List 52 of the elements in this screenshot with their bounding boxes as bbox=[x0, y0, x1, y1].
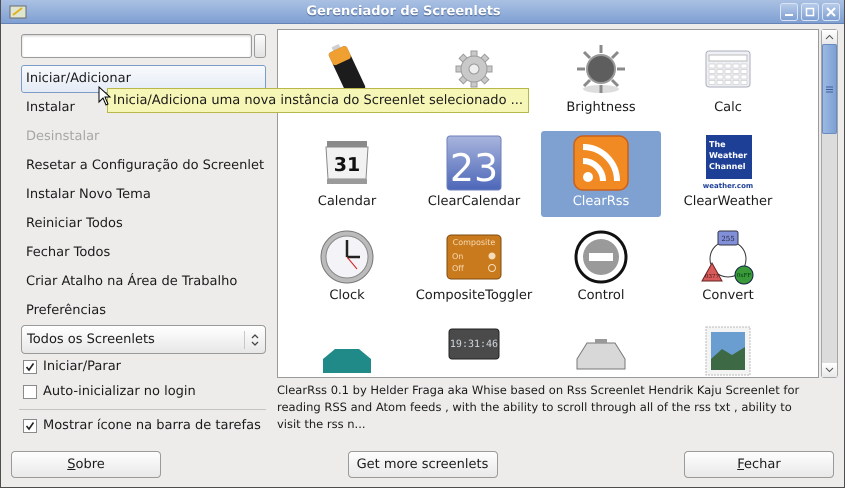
dialog-button[interactable]: Sobre bbox=[11, 451, 161, 478]
action-item[interactable]: Reiniciar Todos bbox=[21, 209, 266, 238]
grip-icon bbox=[826, 86, 833, 92]
panel-text: Off bbox=[452, 264, 464, 273]
clock-icon bbox=[319, 229, 375, 285]
checkbox-label: Auto-inicializar no login bbox=[43, 384, 196, 399]
action-item[interactable]: Preferências bbox=[21, 296, 266, 325]
dialog-button[interactable]: Get more screenlets bbox=[348, 451, 498, 478]
checkbox[interactable] bbox=[23, 384, 37, 398]
description-text: ClearRss 0.1 by Helder Fraga aka Whise based on Rss Screenlet Hendrik Kaju Screenlet for reading RSS and Atom feeds , with the ability to scroll through all of the rss txt , ability to visit the rss n... bbox=[277, 382, 800, 433]
checkbox-label: Iniciar/Parar bbox=[43, 359, 122, 374]
calendar-day-number: 23 bbox=[450, 146, 498, 190]
close-button[interactable] bbox=[822, 2, 840, 20]
minimize-icon bbox=[785, 14, 793, 16]
screenlet-item[interactable]: Calc bbox=[668, 37, 788, 123]
maximize-icon bbox=[805, 6, 815, 16]
hexagon-icon[interactable] bbox=[323, 349, 371, 373]
action-item[interactable]: Fechar Todos bbox=[21, 238, 266, 267]
scrollbar-thumb[interactable] bbox=[822, 44, 837, 134]
calendar-day-number: 31 bbox=[334, 154, 360, 176]
checkbox[interactable] bbox=[23, 360, 37, 374]
action-item[interactable]: Instalar Novo Tema bbox=[21, 180, 266, 209]
screenlet-item[interactable]: Composite On Off CompositeToggler bbox=[414, 225, 534, 311]
rss-icon bbox=[573, 135, 629, 191]
screenlet-item[interactable]: 23 ClearCalendar bbox=[414, 131, 534, 217]
logo-text: Weather bbox=[709, 151, 748, 160]
app-icon bbox=[9, 4, 27, 18]
action-item[interactable]: Criar Atalho na Área de Trabalho bbox=[21, 267, 266, 296]
dialog-button[interactable]: Fechar bbox=[684, 451, 834, 478]
mouse-cursor-icon bbox=[98, 86, 111, 106]
checkbox-label: Mostrar ícone na barra de tarefas bbox=[43, 418, 261, 433]
vertical-scrollbar[interactable] bbox=[821, 29, 838, 378]
search-field[interactable] bbox=[21, 34, 252, 58]
action-item[interactable]: Resetar a Configuração do Screenlet bbox=[21, 151, 266, 180]
filter-dropdown[interactable]: Todos os Screenlets bbox=[21, 325, 266, 354]
screenlet-item[interactable]: 31 Calendar bbox=[287, 131, 407, 217]
logo-text: Channel bbox=[709, 162, 746, 171]
close-icon bbox=[826, 6, 836, 16]
screenlet-item[interactable]: Clock bbox=[287, 225, 407, 311]
search-side-button[interactable] bbox=[254, 34, 266, 58]
clock-digits: 19:31:46 bbox=[450, 339, 498, 350]
panel-text: Composite bbox=[452, 238, 496, 247]
window-title: Gerenciador de Screenlets bbox=[305, 4, 502, 19]
maximize-button[interactable] bbox=[801, 2, 819, 20]
checkbox[interactable] bbox=[23, 418, 37, 432]
minimize-button[interactable] bbox=[780, 2, 798, 20]
panel-text: On bbox=[452, 252, 464, 261]
tooltip: Inicia/Adiciona uma nova instância do Screenlet selecionado ... bbox=[107, 88, 530, 113]
screenlet-item[interactable]: Control bbox=[541, 225, 661, 311]
stop-icon bbox=[573, 229, 629, 285]
screenlet-item[interactable]: Brightness bbox=[541, 37, 661, 123]
logo-text: The bbox=[709, 140, 726, 149]
